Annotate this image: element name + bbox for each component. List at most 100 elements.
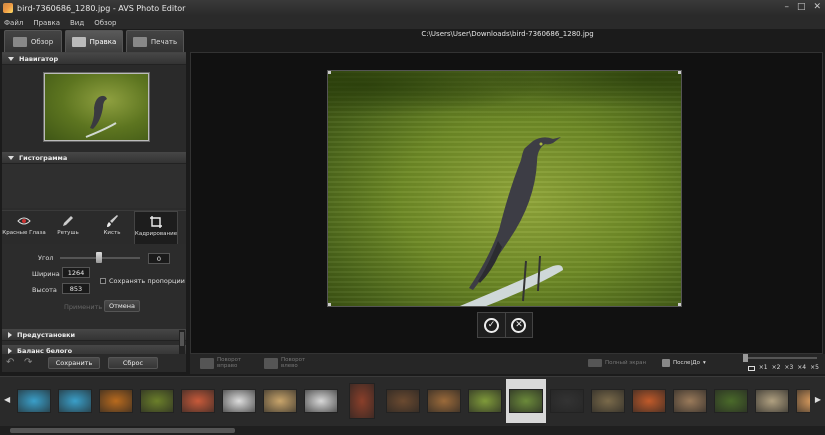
angle-slider-thumb[interactable] [96, 252, 102, 263]
filmstrip-thumbnail[interactable] [547, 379, 587, 423]
rotate-left-button[interactable]: Поворот влево [264, 357, 315, 369]
filmstrip-thumbnail-image [99, 389, 133, 413]
rotate-right-label: Поворот вправо [217, 357, 242, 369]
scrollbar-thumb[interactable] [180, 332, 184, 346]
crop-handle-bottom-left[interactable] [328, 303, 331, 306]
collapse-triangle-icon [8, 56, 14, 61]
filmstrip-thumbnail[interactable] [506, 379, 546, 423]
presets-header-label: Предустановки [17, 330, 76, 339]
keep-proportions-checkbox[interactable] [100, 278, 106, 284]
redo-icon[interactable]: ↷ [24, 358, 38, 368]
chevron-down-icon: ▾ [702, 360, 706, 366]
filmstrip-prev-icon[interactable]: ◀ [4, 395, 10, 404]
presets-header[interactable]: Предустановки [2, 329, 186, 341]
filmstrip-thumbnail[interactable] [137, 379, 177, 423]
tab-browse-label: Обзор [30, 37, 54, 46]
angle-slider[interactable] [60, 252, 140, 263]
filmstrip-thumbnail[interactable] [670, 379, 710, 423]
zoom-slider-thumb[interactable] [743, 354, 748, 362]
crop-panel: Угол 0 Ширина 1264 Сохранять пропорции В… [2, 244, 186, 324]
filmstrip-thumbnail[interactable] [178, 379, 218, 423]
tool-brush[interactable]: Кисть [90, 211, 134, 245]
minimize-button[interactable]: – [784, 2, 789, 12]
filmstrip-scrollbar[interactable] [0, 426, 825, 435]
tool-retouch[interactable]: Ретушь [46, 211, 90, 245]
window-title: bird-7360686_1280.jpg - AVS Photo Editor [17, 3, 186, 13]
navigator-thumbnail[interactable] [43, 72, 150, 142]
filmstrip-thumbnail-image [181, 389, 215, 413]
zoom-x5[interactable]: ×5 [810, 364, 819, 371]
filmstrip-thumbnail[interactable] [14, 379, 54, 423]
histogram-header[interactable]: Гистограмма [2, 152, 186, 164]
filmstrip-thumbnail-image [796, 389, 810, 413]
zoom-x2[interactable]: ×2 [772, 364, 781, 371]
rotate-right-button[interactable]: Поворот вправо [200, 357, 251, 369]
filmstrip-thumbnail[interactable] [793, 379, 810, 423]
filmstrip-scroll-thumb[interactable] [10, 428, 235, 433]
filmstrip-thumbnail[interactable] [342, 379, 382, 423]
height-field[interactable]: 853 [62, 283, 90, 294]
filmstrip-thumbnail[interactable] [465, 379, 505, 423]
title-bar: bird-7360686_1280.jpg - AVS Photo Editor… [0, 0, 825, 16]
angle-value-field[interactable]: 0 [148, 253, 170, 264]
zoom-x4[interactable]: ×4 [797, 364, 806, 371]
filmstrip-thumbnail[interactable] [301, 379, 341, 423]
tool-red-eye[interactable]: Красные Глаза [2, 211, 46, 245]
menu-edit[interactable]: Правка [33, 19, 60, 27]
cormorant-bird-image [459, 137, 563, 306]
tool-crop[interactable]: Кадрирование [134, 211, 178, 245]
crop-handle-top-left[interactable] [328, 71, 331, 74]
left-bottom-bar: ↶ ↷ Сохранить Сброс [2, 354, 186, 372]
filmstrip-thumbnail[interactable] [55, 379, 95, 423]
filmstrip-thumbnail-image [140, 389, 174, 413]
tab-browse[interactable]: Обзор [4, 30, 62, 52]
save-button[interactable]: Сохранить [48, 357, 100, 369]
filmstrip-thumbnail[interactable] [711, 379, 751, 423]
tool-crop-label: Кадрирование [134, 231, 178, 237]
zoom-x3[interactable]: ×3 [784, 364, 793, 371]
expand-triangle-icon [8, 331, 12, 338]
filmstrip-next-icon[interactable]: ▶ [815, 395, 821, 404]
cancel-crop-button[interactable]: ✕ [504, 313, 532, 337]
crop-cancel-button[interactable]: Отмена [104, 300, 140, 312]
before-after-button[interactable]: После|До ▾ [662, 359, 706, 367]
filmstrip-thumbnail[interactable] [588, 379, 628, 423]
filmstrip-thumbnail-image [509, 389, 543, 413]
menu-view[interactable]: Вид [70, 19, 84, 27]
filmstrip-thumbnail[interactable] [424, 379, 464, 423]
fullscreen-button[interactable]: Полный экран [588, 359, 646, 367]
filmstrip-thumbnail[interactable] [629, 379, 669, 423]
width-field[interactable]: 1264 [62, 267, 90, 278]
navigator-bird-image [85, 95, 117, 138]
maximize-button[interactable]: □ [797, 2, 806, 12]
filmstrip-thumbnail[interactable] [752, 379, 792, 423]
undo-icon[interactable]: ↶ [6, 358, 20, 368]
tab-print[interactable]: Печать [126, 30, 184, 52]
main-photo[interactable] [327, 70, 682, 307]
printer-icon [132, 36, 147, 47]
fit-screen-icon[interactable] [747, 366, 755, 371]
histogram-area [2, 164, 186, 208]
reset-button[interactable]: Сброс [108, 357, 158, 369]
menu-browse[interactable]: Обзор [94, 19, 116, 27]
filmstrip-thumbnail[interactable] [260, 379, 300, 423]
before-after-label: После|До [673, 360, 700, 366]
tab-edit[interactable]: Правка [65, 30, 123, 52]
before-after-icon [662, 359, 670, 367]
apply-button[interactable]: Применить [64, 303, 102, 311]
zoom-x1[interactable]: ×1 [759, 364, 768, 371]
close-button[interactable]: ✕ [813, 2, 821, 12]
filmstrip-thumbnail[interactable] [383, 379, 423, 423]
navigator-header[interactable]: Навигатор [2, 53, 186, 65]
crop-handle-bottom-right[interactable] [678, 303, 681, 306]
filmstrip-thumbnail[interactable] [219, 379, 259, 423]
filmstrip-thumbnail[interactable] [96, 379, 136, 423]
filmstrip-thumbnail-image [755, 389, 789, 413]
crop-handle-top-right[interactable] [678, 71, 681, 74]
confirm-crop-button[interactable]: ✓ [478, 313, 505, 337]
height-label: Высота [32, 286, 57, 294]
crop-confirm-group: ✓ ✕ [477, 312, 533, 338]
zoom-slider[interactable] [743, 354, 817, 362]
menu-file[interactable]: Файл [4, 19, 23, 27]
keep-proportions-label: Сохранять пропорции [109, 277, 185, 285]
